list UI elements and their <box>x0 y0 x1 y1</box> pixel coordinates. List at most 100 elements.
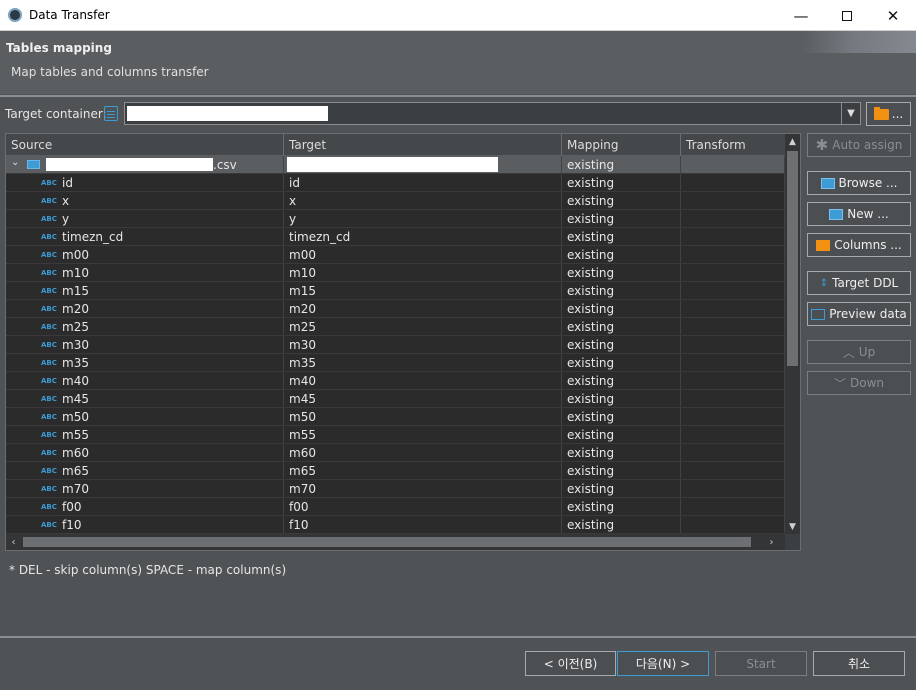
table-row[interactable]: ABC m10 m10 existing <box>6 264 785 282</box>
table-row[interactable]: ABC x x existing <box>6 192 785 210</box>
browse-dots: ... <box>891 107 904 121</box>
target-container-browse-button[interactable]: ... <box>866 102 911 126</box>
table-row[interactable]: ABC f00 f00 existing <box>6 498 785 516</box>
source-column-name: x <box>62 194 70 208</box>
start-button[interactable]: Start <box>715 651 807 676</box>
source-cell: ABC m00 <box>6 246 284 263</box>
mapping-cell: existing <box>562 228 681 245</box>
transform-cell <box>681 444 785 461</box>
column-header-mapping[interactable]: Mapping <box>562 134 681 156</box>
header-divider <box>0 95 916 97</box>
scroll-down-icon[interactable]: ▼ <box>785 519 800 534</box>
transform-cell <box>681 354 785 371</box>
columns-icon <box>816 239 831 251</box>
mapping-cell: existing <box>562 282 681 299</box>
source-column-name: y <box>62 212 70 226</box>
table-row[interactable]: ABC m40 m40 existing <box>6 372 785 390</box>
target-column-name: m25 <box>284 318 562 335</box>
source-column-name: m35 <box>62 356 89 370</box>
table-row[interactable]: ABC m55 m55 existing <box>6 426 785 444</box>
chevron-down-icon: ﹀ <box>833 376 846 391</box>
column-header-source[interactable]: Source <box>6 134 284 156</box>
table-row[interactable]: ABC m30 m30 existing <box>6 336 785 354</box>
transform-cell <box>681 210 785 227</box>
table-row[interactable]: ABC f10 f10 existing <box>6 516 785 534</box>
horizontal-scrollbar[interactable]: ‹ › <box>6 534 785 550</box>
new-button[interactable]: New ... <box>807 202 911 226</box>
close-button[interactable]: ✕ <box>870 0 916 31</box>
browse-button[interactable]: Browse ... <box>807 171 911 195</box>
source-cell: ABC m40 <box>6 372 284 389</box>
table-row[interactable]: ABC m45 m45 existing <box>6 390 785 408</box>
transform-cell <box>681 156 785 173</box>
string-type-icon: ABC <box>41 521 57 529</box>
table-row[interactable]: ABC m35 m35 existing <box>6 354 785 372</box>
table-row[interactable]: ABC m00 m00 existing <box>6 246 785 264</box>
table-row[interactable]: ABC timezn_cd timezn_cd existing <box>6 228 785 246</box>
chevron-down-icon[interactable]: ⌄ <box>11 157 19 168</box>
table-row[interactable]: ABC m70 m70 existing <box>6 480 785 498</box>
source-cell: ABC m15 <box>6 282 284 299</box>
maximize-button[interactable] <box>824 0 870 31</box>
source-column-name: m00 <box>62 248 89 262</box>
table-row[interactable]: ABC m25 m25 existing <box>6 318 785 336</box>
source-column-name: id <box>62 176 73 190</box>
mapping-cell: existing <box>562 192 681 209</box>
horizontal-scroll-thumb[interactable] <box>23 537 751 547</box>
maximize-icon <box>842 10 852 21</box>
table-row[interactable]: ABC m20 m20 existing <box>6 300 785 318</box>
string-type-icon: ABC <box>41 485 57 493</box>
table-row[interactable]: ABC m15 m15 existing <box>6 282 785 300</box>
up-button[interactable]: ︿ Up <box>807 340 911 364</box>
string-type-icon: ABC <box>41 269 57 277</box>
vertical-scroll-thumb[interactable] <box>787 151 798 366</box>
scroll-left-icon[interactable]: ‹ <box>6 534 21 550</box>
target-container-select[interactable]: ▼ <box>124 102 861 125</box>
mapping-cell: existing <box>562 462 681 479</box>
string-type-icon: ABC <box>41 431 57 439</box>
cancel-button[interactable]: 취소 <box>813 651 905 676</box>
mapping-cell: existing <box>562 516 681 533</box>
transform-cell <box>681 264 785 281</box>
source-cell: ABC y <box>6 210 284 227</box>
table-row[interactable]: ABC y y existing <box>6 210 785 228</box>
scroll-up-icon[interactable]: ▲ <box>785 134 800 149</box>
table-row-parent[interactable]: ⌄ .csv existing <box>6 156 785 174</box>
down-button[interactable]: ﹀ Down <box>807 371 911 395</box>
source-cell: ABC m30 <box>6 336 284 353</box>
target-column-name: m15 <box>284 282 562 299</box>
source-cell: ABC id <box>6 174 284 191</box>
new-label: New ... <box>847 207 889 221</box>
scroll-right-icon[interactable]: › <box>764 534 779 550</box>
table-row[interactable]: ABC m65 m65 existing <box>6 462 785 480</box>
table-row[interactable]: ABC id id existing <box>6 174 785 192</box>
columns-button[interactable]: Columns ... <box>807 233 911 257</box>
column-header-transform[interactable]: Transform <box>681 134 785 156</box>
next-button[interactable]: 다음(N) > <box>617 651 709 676</box>
string-type-icon: ABC <box>41 341 57 349</box>
back-button[interactable]: < 이전(B) <box>525 651 616 676</box>
footer-divider <box>0 636 916 638</box>
source-column-name: m30 <box>62 338 89 352</box>
table-row[interactable]: ABC m50 m50 existing <box>6 408 785 426</box>
mapping-cell: existing <box>562 444 681 461</box>
source-column-name: m50 <box>62 410 89 424</box>
string-type-icon: ABC <box>41 251 57 259</box>
table-row[interactable]: ABC m60 m60 existing <box>6 444 785 462</box>
columns-label: Columns ... <box>834 238 902 252</box>
minimize-button[interactable]: — <box>778 0 824 31</box>
transform-cell <box>681 480 785 497</box>
chevron-down-icon[interactable]: ▼ <box>841 103 860 124</box>
target-ddl-button[interactable]: ↕ Target DDL <box>807 271 911 295</box>
preview-data-button[interactable]: Preview data <box>807 302 911 326</box>
string-type-icon: ABC <box>41 323 57 331</box>
source-cell: ABC m50 <box>6 408 284 425</box>
auto-assign-button[interactable]: ✱ Auto assign <box>807 133 911 157</box>
source-cell: ABC f10 <box>6 516 284 533</box>
vertical-scrollbar[interactable]: ▲ ▼ <box>785 134 800 534</box>
target-column-name: f00 <box>284 498 562 515</box>
string-type-icon: ABC <box>41 359 57 367</box>
target-column-name: m40 <box>284 372 562 389</box>
column-header-target[interactable]: Target <box>284 134 562 156</box>
mapping-table[interactable]: Source Target Mapping Transform ⌄ .csv e… <box>5 133 801 551</box>
